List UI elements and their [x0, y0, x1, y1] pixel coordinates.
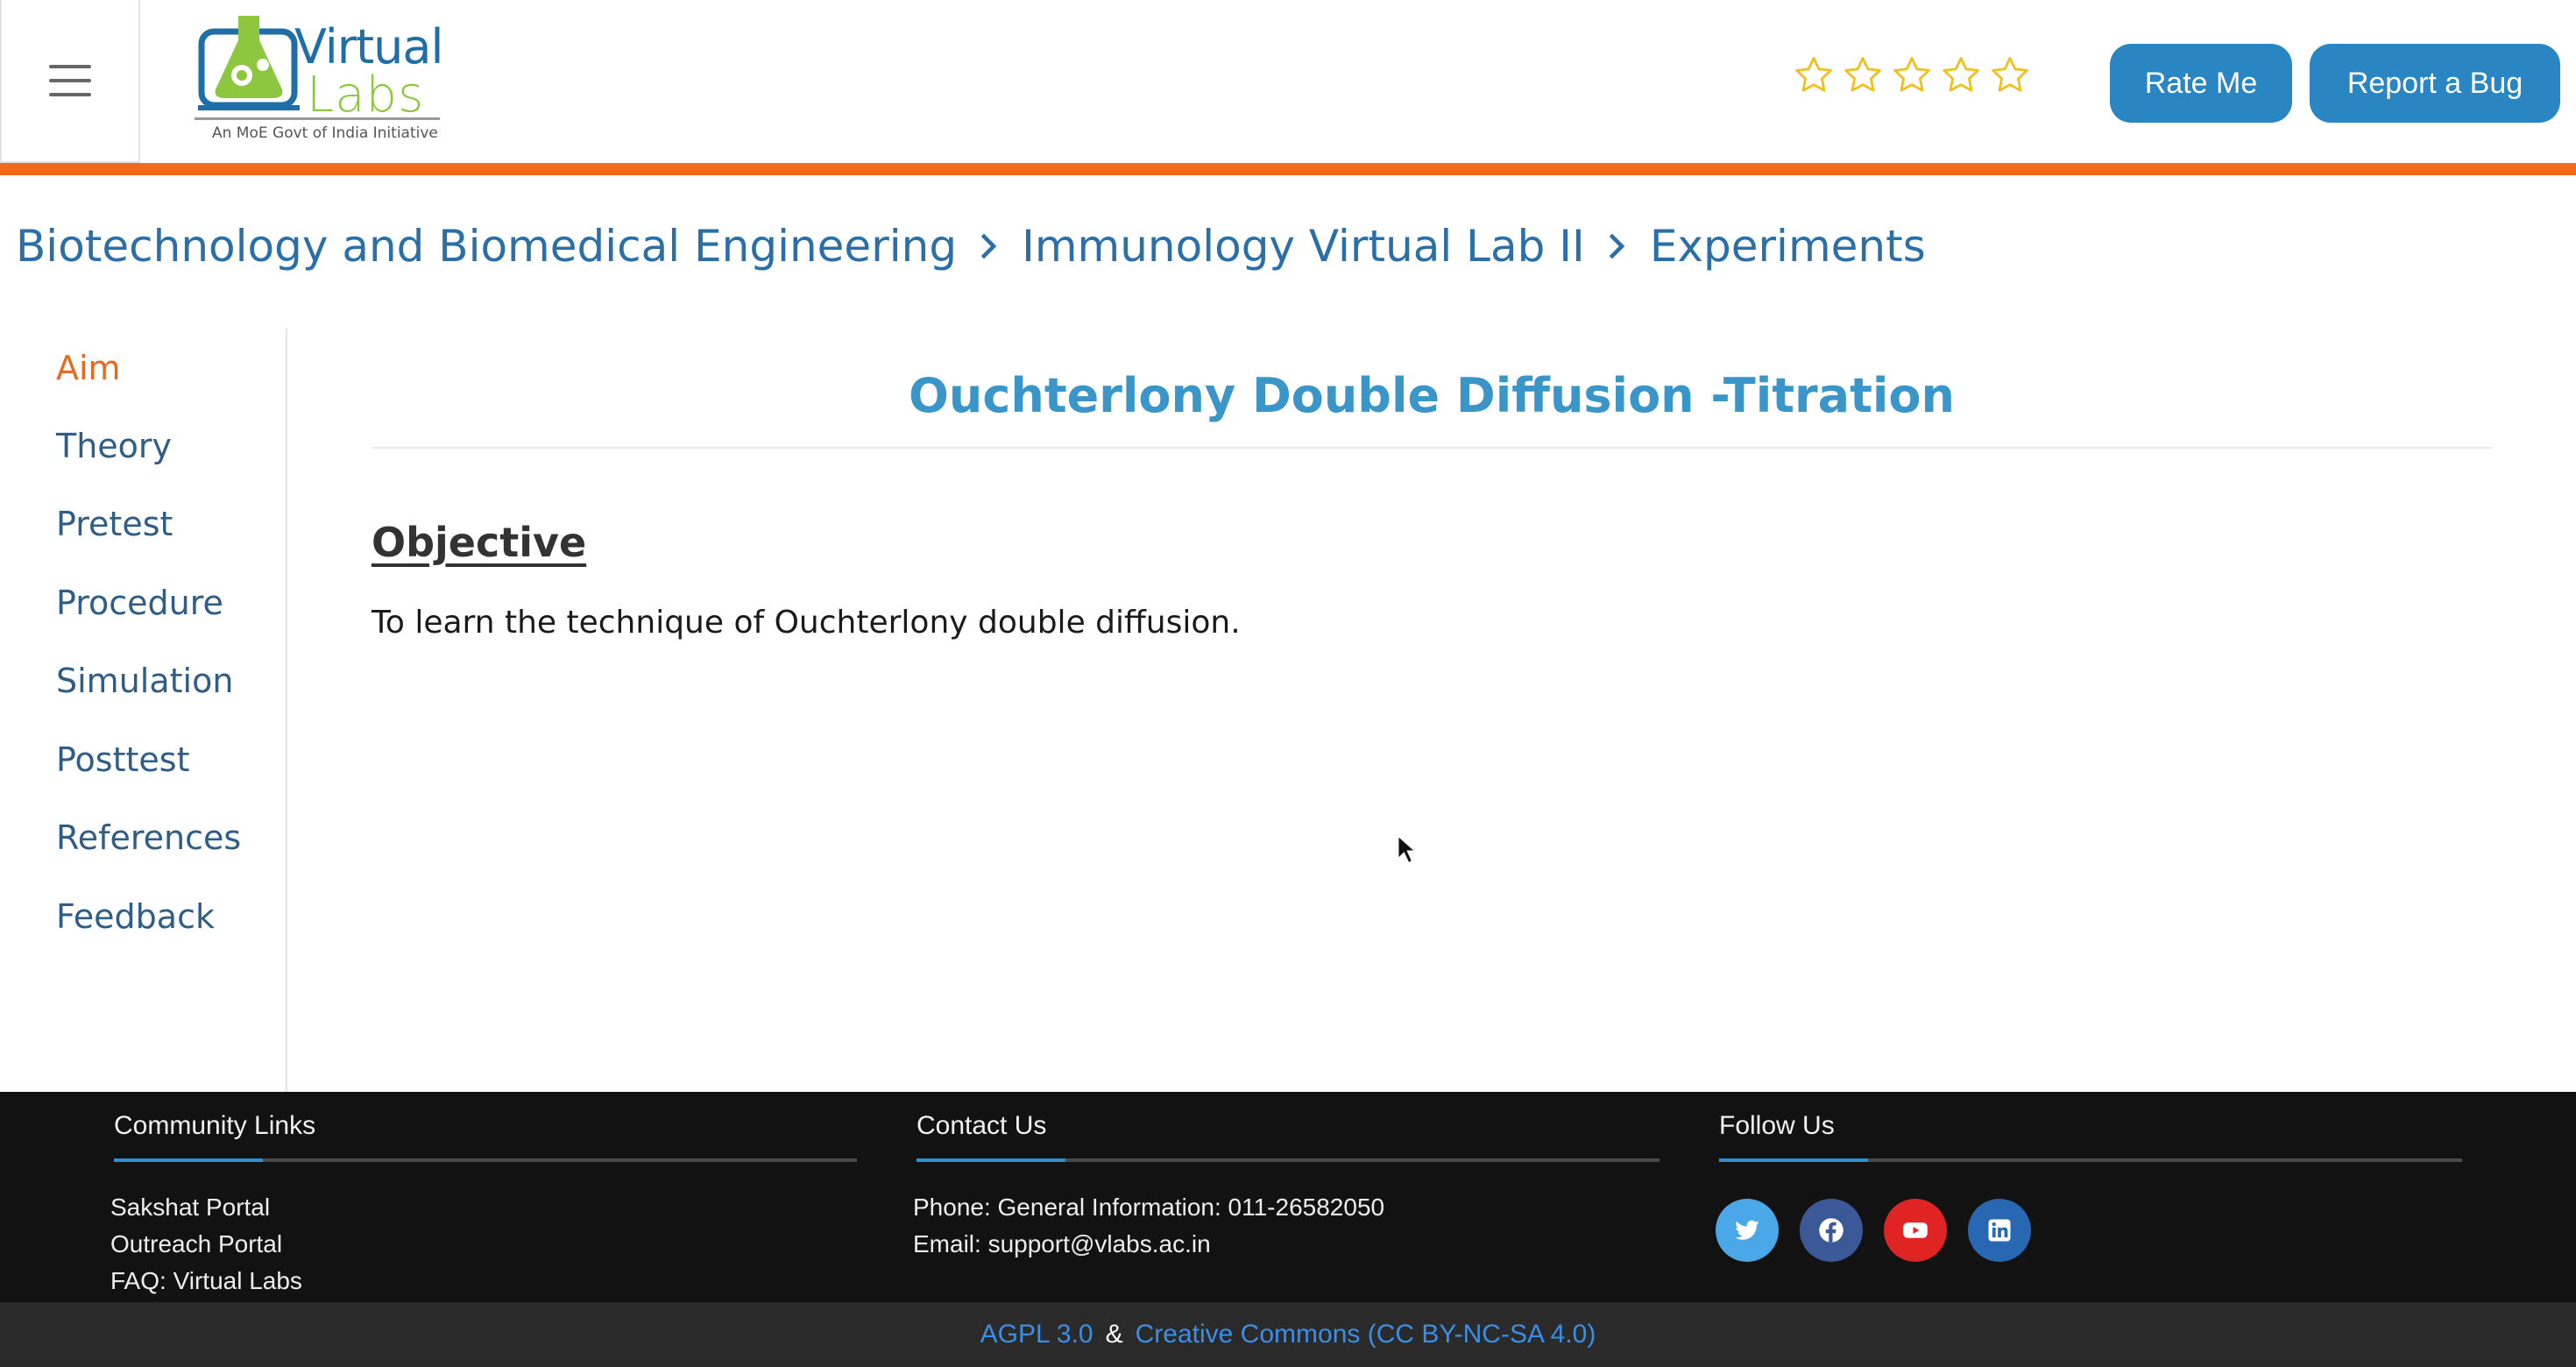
- star-icon[interactable]: [1989, 54, 2031, 96]
- virtual-labs-logo[interactable]: Virtual Labs An MoE Govt of India Initia…: [191, 12, 445, 152]
- footer-contact-email[interactable]: Email: support@vlabs.ac.in: [913, 1230, 1211, 1258]
- footer-contact-rule: [916, 1158, 1660, 1162]
- section-heading: Objective: [372, 519, 587, 566]
- experiment-title: Ouchterlony Double Diffusion -Titration: [909, 368, 1955, 423]
- license-separator: &: [1105, 1320, 1123, 1349]
- star-icon[interactable]: [1891, 54, 1933, 96]
- star-icon[interactable]: [1940, 54, 1982, 96]
- breadcrumb-discipline[interactable]: Biotechnology and Biomedical Engineering: [16, 221, 957, 272]
- footer-contact-heading: Contact Us: [916, 1111, 1047, 1140]
- report-bug-button[interactable]: Report a Bug: [2310, 44, 2560, 123]
- top-header: Virtual Labs An MoE Govt of India Initia…: [0, 0, 2576, 163]
- star-icon[interactable]: [1842, 54, 1884, 96]
- sidebar-item-procedure[interactable]: Procedure: [56, 584, 223, 622]
- footer-link-sakshat[interactable]: Sakshat Portal: [110, 1193, 270, 1222]
- star-icon[interactable]: [1793, 54, 1835, 96]
- breadcrumb-lab[interactable]: Immunology Virtual Lab II: [1022, 221, 1585, 272]
- rate-me-button[interactable]: Rate Me: [2110, 44, 2292, 123]
- title-divider: [372, 447, 2492, 449]
- logo-tagline: An MoE Govt of India Initiative: [212, 124, 438, 142]
- linkedin-icon: [1988, 1219, 2011, 1242]
- youtube-button[interactable]: [1884, 1199, 1947, 1262]
- footer-follow-heading: Follow Us: [1719, 1111, 1835, 1140]
- footer-community-heading: Community Links: [114, 1111, 316, 1140]
- chevron-right-icon: [1609, 233, 1625, 259]
- sidebar-item-aim[interactable]: Aim: [56, 349, 121, 387]
- twitter-icon: [1735, 1220, 1759, 1240]
- facebook-icon: [1819, 1218, 1844, 1243]
- logo-divider: [195, 117, 440, 120]
- sidebar-item-theory[interactable]: Theory: [56, 427, 172, 465]
- objective-text: To learn the technique of Ouchterlony do…: [372, 605, 1241, 641]
- agpl-license-link[interactable]: AGPL 3.0: [980, 1320, 1093, 1349]
- sidebar-item-feedback[interactable]: Feedback: [56, 897, 215, 936]
- sidebar-item-pretest[interactable]: Pretest: [56, 505, 173, 543]
- hamburger-icon: [49, 65, 91, 96]
- experiment-sidebar: Aim Theory Pretest Procedure Simulation …: [0, 328, 287, 1092]
- flask-icon: [198, 16, 300, 110]
- site-footer: Community Links Sakshat Portal Outreach …: [0, 1092, 2576, 1302]
- linkedin-button[interactable]: [1968, 1199, 2031, 1262]
- sidebar-item-references[interactable]: References: [56, 818, 241, 857]
- rating-stars: [1793, 54, 2031, 96]
- breadcrumb-experiments[interactable]: Experiments: [1650, 221, 1926, 272]
- footer-link-outreach[interactable]: Outreach Portal: [110, 1230, 282, 1258]
- logo-text-labs: Labs: [307, 67, 425, 124]
- youtube-icon: [1903, 1222, 1928, 1238]
- mouse-pointer-icon: [1397, 834, 1418, 865]
- footer-follow-rule: [1719, 1158, 2462, 1162]
- footer-community-rule: [114, 1158, 857, 1162]
- twitter-button[interactable]: [1716, 1199, 1779, 1262]
- footer-contact-phone: Phone: General Information: 011-26582050: [913, 1193, 1385, 1221]
- header-accent-bar: [0, 163, 2576, 175]
- breadcrumb: Biotechnology and Biomedical Engineering…: [16, 221, 1926, 272]
- sidebar-item-posttest[interactable]: Posttest: [56, 740, 189, 779]
- facebook-button[interactable]: [1800, 1199, 1863, 1262]
- menu-toggle-button[interactable]: [0, 0, 140, 163]
- chevron-right-icon: [980, 233, 997, 259]
- cc-license-link[interactable]: Creative Commons (CC BY-NC-SA 4.0): [1136, 1320, 1596, 1349]
- footer-link-faq[interactable]: FAQ: Virtual Labs: [110, 1267, 302, 1295]
- license-bar: AGPL 3.0 & Creative Commons (CC BY-NC-SA…: [0, 1302, 2576, 1367]
- sidebar-item-simulation[interactable]: Simulation: [56, 662, 233, 700]
